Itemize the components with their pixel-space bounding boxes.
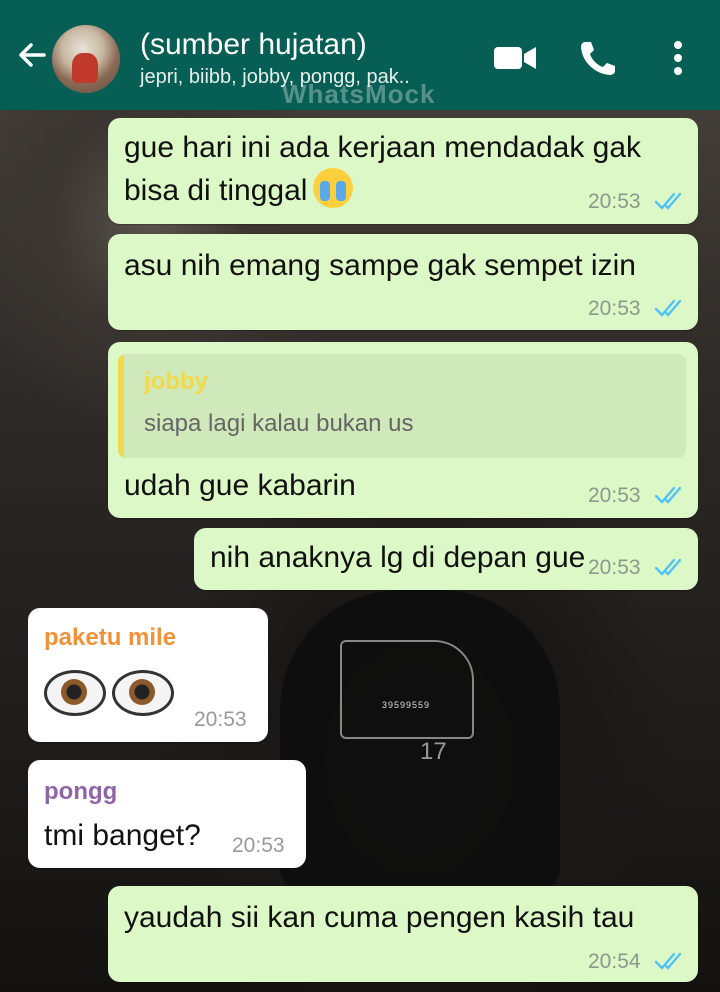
quote-accent-bar	[118, 354, 124, 458]
message-time: 20:53	[588, 484, 641, 507]
incoming-message[interactable]: paketu mile 20:53	[28, 608, 268, 742]
message-time: 20:53	[194, 708, 247, 731]
read-receipt-icon	[654, 486, 682, 504]
message-time: 20:53	[588, 556, 641, 579]
message-time: 20:53	[232, 834, 285, 857]
wallpaper-shirt-code: 39599559	[382, 700, 431, 710]
read-receipt-icon	[654, 299, 682, 317]
sender-name: paketu mile	[44, 624, 177, 651]
wallpaper-shirt-number: 17	[420, 738, 447, 765]
outgoing-message[interactable]: nih anaknya lg di depan gue 20:53	[194, 528, 698, 590]
read-receipt-icon	[654, 192, 682, 210]
message-time: 20:54	[588, 950, 641, 973]
quoted-sender: jobby	[144, 368, 208, 395]
wallpaper-shirt-print	[340, 640, 474, 739]
outgoing-message[interactable]: yaudah sii kan cuma pengen kasih tau 20:…	[108, 886, 698, 982]
outgoing-reply-message[interactable]: jobby siapa lagi kalau bukan us udah gue…	[108, 342, 698, 518]
quoted-text: siapa lagi kalau bukan us	[144, 410, 414, 437]
loudly-crying-face-icon	[313, 168, 354, 208]
incoming-message[interactable]: pongg tmi banget? 20:53	[28, 760, 306, 868]
message-text: nih anaknya lg di depan gue	[210, 541, 586, 574]
eyes-icon	[44, 670, 180, 721]
sender-name: pongg	[44, 778, 118, 805]
video-call-icon[interactable]	[492, 38, 538, 78]
message-text: tmi banget?	[44, 819, 201, 852]
message-text: gue hari ini ada kerjaan mendadak gak bis…	[124, 131, 642, 208]
watermark-text: WhatsMock	[282, 79, 436, 109]
overflow-menu-icon[interactable]	[663, 38, 693, 78]
message-text: asu nih emang sampe gak sempet izin	[124, 249, 636, 282]
outgoing-message[interactable]: gue hari ini ada kerjaan mendadak gak bis…	[108, 118, 698, 224]
read-receipt-icon	[654, 952, 682, 970]
phone-call-icon[interactable]	[576, 38, 622, 78]
chat-title[interactable]: (sumber hujatan)	[140, 28, 367, 62]
group-avatar[interactable]	[52, 25, 120, 93]
message-text: udah gue kabarin	[124, 469, 356, 502]
message-time: 20:53	[588, 297, 641, 320]
outgoing-message[interactable]: asu nih emang sampe gak sempet izin 20:5…	[108, 234, 698, 330]
chat-header: (sumber hujatan) jepri, biibb, jobby, po…	[0, 0, 720, 110]
back-arrow-icon[interactable]	[14, 37, 50, 73]
message-text: yaudah sii kan cuma pengen kasih tau	[124, 901, 635, 934]
quoted-message[interactable]: jobby siapa lagi kalau bukan us	[118, 354, 686, 458]
read-receipt-icon	[654, 558, 682, 576]
message-time: 20:53	[588, 190, 641, 213]
